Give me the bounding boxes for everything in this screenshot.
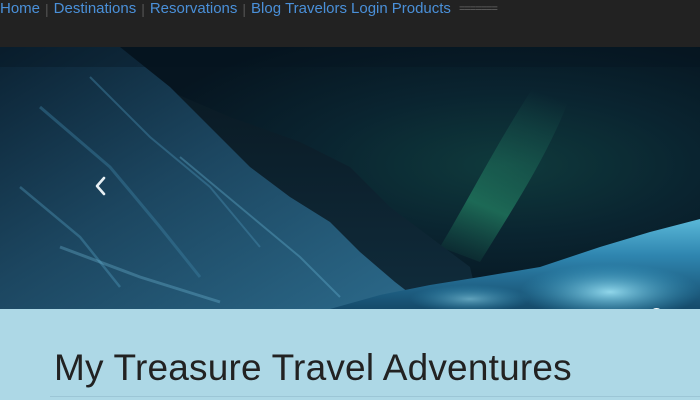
nav-link-reservations[interactable]: Resorvations [150, 0, 238, 18]
nav-link-products[interactable]: Products [392, 0, 451, 18]
nav-link-travelers[interactable]: Travelors [285, 0, 347, 18]
nav-separator: | [45, 1, 49, 17]
nav-link-destinations[interactable]: Destinations [54, 0, 137, 18]
nav-menu: Home | Destinations | Resorvations | Blo… [0, 0, 498, 18]
nav-link-home[interactable]: Home [0, 0, 40, 18]
nav-separator: | [141, 1, 145, 17]
nav-dashes: ======= [458, 3, 498, 15]
nav-separator: | [242, 1, 247, 17]
chevron-left-icon [95, 176, 106, 196]
carousel-indicator-3[interactable] [650, 308, 663, 309]
top-navbar: Home | Destinations | Resorvations | Blo… [0, 0, 700, 47]
page-title: My Treasure Travel Adventures [54, 347, 572, 388]
nav-link-blog[interactable]: Blog [251, 0, 281, 18]
carousel-indicators [620, 308, 663, 309]
nav-link-login[interactable]: Login [351, 0, 388, 18]
page: Home | Destinations | Resorvations | Blo… [0, 0, 700, 400]
carousel-prev-button[interactable] [90, 173, 112, 199]
hero-carousel [0, 47, 700, 309]
title-divider [50, 396, 700, 397]
